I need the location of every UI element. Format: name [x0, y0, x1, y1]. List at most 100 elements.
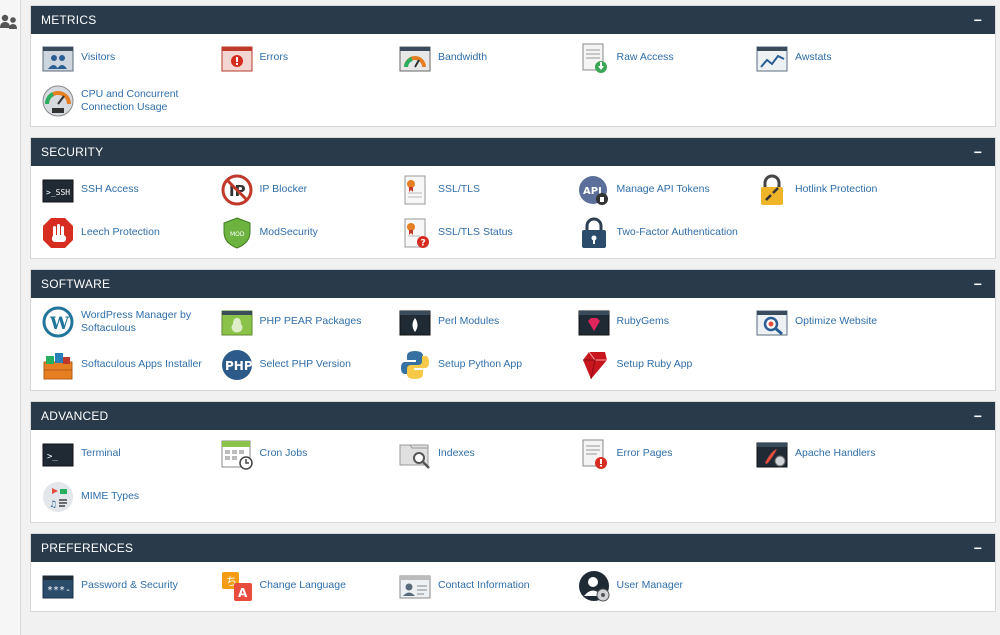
tool-label: Visitors	[81, 51, 116, 63]
tool-label: Cron Jobs	[259, 447, 308, 459]
svg-text:W: W	[49, 314, 70, 334]
hotlink-lock-icon	[755, 173, 789, 207]
svg-text:>_SSH: >_SSH	[46, 188, 70, 197]
tool-label: User Manager	[616, 579, 684, 591]
tool-link-php[interactable]: PHP Select PHP Version	[220, 347, 399, 382]
tool-link-ssl-certificate[interactable]: SSL/TLS	[398, 172, 577, 207]
visitors-icon	[41, 41, 75, 75]
collapse-toggle-icon[interactable]: −	[971, 408, 985, 424]
tool-link-wordpress[interactable]: W WordPress Manager by Softaculous	[41, 304, 220, 339]
tool-link-language[interactable]: ち A Change Language	[220, 568, 399, 603]
bandwidth-icon	[398, 41, 432, 75]
panel-title: ADVANCED	[41, 409, 109, 423]
tool-label: CPU and Concurrent Connection Usage	[81, 87, 179, 113]
collapse-toggle-icon[interactable]: −	[971, 276, 985, 292]
tool-link-leech-hand[interactable]: Leech Protection	[41, 215, 220, 250]
tool-link-mime-types[interactable]: ♫ MIME Types	[41, 479, 220, 514]
tool-label: Awstats	[795, 51, 832, 63]
tool-link-api-tokens[interactable]: API Manage API Tokens	[577, 172, 756, 207]
tool-link-visitors[interactable]: Visitors	[41, 40, 220, 75]
tool-label: Bandwidth	[438, 51, 488, 63]
tool-label: SSL/TLS Status	[438, 226, 513, 238]
tool-link-cron-calendar[interactable]: Cron Jobs	[220, 436, 399, 471]
contact-card-icon	[398, 569, 432, 603]
tool-label: Indexes	[438, 447, 475, 459]
tool-link-php-pear[interactable]: PHP PEAR Packages	[220, 304, 399, 339]
tool-link-modsecurity-shield[interactable]: MOD ModSecurity	[220, 215, 399, 250]
two-factor-lock-icon	[577, 216, 611, 250]
panel-body: >_SSH SSH Access IP IP Blocker SSL/TLS API Man…	[31, 166, 995, 258]
php-icon: PHP	[220, 348, 254, 382]
tool-link-two-factor-lock[interactable]: Two-Factor Authentication	[577, 215, 756, 250]
tool-link-optimize[interactable]: Optimize Website	[755, 304, 934, 339]
collapse-toggle-icon[interactable]: −	[971, 144, 985, 160]
tool-link-cpu-usage[interactable]: CPU and Concurrent Connection Usage	[41, 83, 220, 118]
perl-icon	[398, 305, 432, 339]
svg-text:♫: ♫	[49, 500, 57, 510]
svg-text:MOD: MOD	[230, 231, 245, 238]
tool-link-raw-access[interactable]: Raw Access	[577, 40, 756, 75]
panel-header-security[interactable]: SECURITY −	[31, 138, 995, 166]
tool-link-ip-blocker[interactable]: IP IP Blocker	[220, 172, 399, 207]
users-icon[interactable]	[0, 12, 20, 32]
error-pages-icon	[577, 437, 611, 471]
collapse-toggle-icon[interactable]: −	[971, 540, 985, 556]
tool-link-awstats[interactable]: Awstats	[755, 40, 934, 75]
mime-types-icon: ♫	[41, 480, 75, 514]
svg-text:A: A	[238, 586, 248, 600]
panel-metrics: METRICS − Visitors Errors Bandwidth Raw Acces…	[30, 5, 996, 127]
tool-label: WordPress Manager by Softaculous	[81, 308, 192, 334]
tool-label: Softaculous Apps Installer	[81, 358, 202, 370]
panel-header-metrics[interactable]: METRICS −	[31, 6, 995, 34]
svg-text:***-: ***-	[47, 585, 71, 596]
tool-link-user-manager[interactable]: User Manager	[577, 568, 756, 603]
tool-link-softaculous[interactable]: Softaculous Apps Installer	[41, 347, 220, 382]
tool-link-hotlink-lock[interactable]: Hotlink Protection	[755, 172, 934, 207]
tool-label: Apache Handlers	[795, 447, 876, 459]
tool-label: Setup Ruby App	[616, 358, 693, 370]
tool-label: SSL/TLS	[438, 183, 481, 195]
indexes-icon	[398, 437, 432, 471]
tool-link-rubygems[interactable]: RubyGems	[577, 304, 756, 339]
svg-text:?: ?	[421, 238, 426, 248]
modsecurity-shield-icon: MOD	[220, 216, 254, 250]
cron-calendar-icon	[220, 437, 254, 471]
password-icon: ***-	[41, 569, 75, 603]
tool-label: Contact Information	[438, 579, 530, 591]
panel-title: SECURITY	[41, 145, 104, 159]
tool-link-terminal[interactable]: >_ Terminal	[41, 436, 220, 471]
tool-link-perl[interactable]: Perl Modules	[398, 304, 577, 339]
terminal-icon: >_	[41, 437, 75, 471]
collapse-toggle-icon[interactable]: −	[971, 12, 985, 28]
tool-link-python[interactable]: Setup Python App	[398, 347, 577, 382]
tool-link-error-pages[interactable]: Error Pages	[577, 436, 756, 471]
tool-link-ruby[interactable]: Setup Ruby App	[577, 347, 756, 382]
panel-header-preferences[interactable]: PREFERENCES −	[31, 534, 995, 562]
wordpress-icon: W	[41, 305, 75, 339]
tool-label: SSH Access	[81, 183, 139, 195]
tool-link-ssh[interactable]: >_SSH SSH Access	[41, 172, 220, 207]
panel-header-software[interactable]: SOFTWARE −	[31, 270, 995, 298]
ssl-certificate-icon	[398, 173, 432, 207]
tool-link-errors[interactable]: Errors	[220, 40, 399, 75]
tool-label: Errors	[259, 51, 289, 63]
tool-link-ssl-status[interactable]: ? SSL/TLS Status	[398, 215, 577, 250]
tool-label: Two-Factor Authentication	[616, 226, 738, 238]
panel-software: SOFTWARE − W WordPress Manager by Softaculo…	[30, 269, 996, 391]
language-icon: ちA	[220, 569, 254, 603]
tool-label: Hotlink Protection	[795, 183, 878, 195]
tool-link-contact-card[interactable]: Contact Information	[398, 568, 577, 603]
tool-label: Manage API Tokens	[616, 183, 710, 195]
ssl-status-icon: ?	[398, 216, 432, 250]
tool-link-apache-handlers[interactable]: Apache Handlers	[755, 436, 934, 471]
tool-link-bandwidth[interactable]: Bandwidth	[398, 40, 577, 75]
panel-advanced: ADVANCED − >_ Terminal Cron Jobs Indexes Error…	[30, 401, 996, 523]
tool-label: MIME Types	[81, 490, 140, 502]
panel-preferences: PREFERENCES − ***- Password & Security ち A Cha…	[30, 533, 996, 612]
panel-header-advanced[interactable]: ADVANCED −	[31, 402, 995, 430]
tool-link-indexes[interactable]: Indexes	[398, 436, 577, 471]
tool-label: Raw Access	[616, 51, 674, 63]
tool-link-password[interactable]: ***- Password & Security	[41, 568, 220, 603]
tool-label: Setup Python App	[438, 358, 523, 370]
user-manager-icon	[577, 569, 611, 603]
